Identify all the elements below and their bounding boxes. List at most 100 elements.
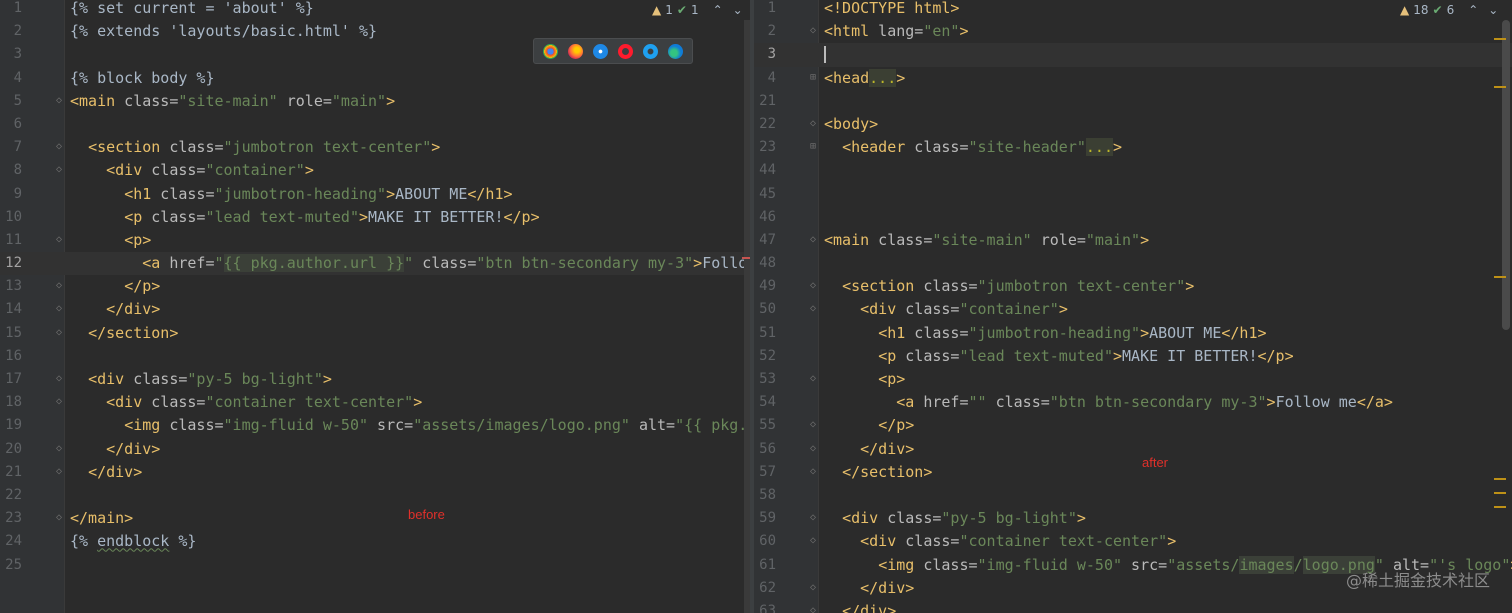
- opera-icon[interactable]: [618, 43, 633, 59]
- warning-stripe-mark: [1494, 86, 1506, 88]
- code-line[interactable]: 49 ◇ <section class="jumbotron text-cente…: [754, 275, 1512, 298]
- code-lines[interactable]: 1 {% set current = 'about' %} 2 {% extends…: [0, 0, 750, 577]
- code-line[interactable]: 1 {% set current = 'about' %}: [0, 0, 750, 20]
- code-token: class=: [896, 300, 960, 319]
- code-line[interactable]: 22: [0, 484, 750, 507]
- warning-icon: ▲: [652, 3, 662, 17]
- code-line[interactable]: 50 ◇ <div class="container">: [754, 298, 1512, 321]
- code-line[interactable]: 55 ◇ </p>: [754, 414, 1512, 437]
- code-line[interactable]: 53 ◇ <p>: [754, 368, 1512, 391]
- line-number: 51: [759, 324, 776, 341]
- code-line[interactable]: 13 ◇ </p>: [0, 275, 750, 298]
- editor-after[interactable]: 1 <!DOCTYPE html> 2 ◇ <html lang="en"> 3 4 ⊞…: [754, 0, 1512, 613]
- code-token: >: [1167, 532, 1177, 551]
- code-line[interactable]: 7 ◇ <section class="jumbotron text-center…: [0, 136, 750, 159]
- code-token: >: [1140, 230, 1150, 249]
- code-line[interactable]: 63 ◇ </div>: [754, 600, 1512, 613]
- code-line[interactable]: 10 <p class="lead text-muted">MAKE IT BE…: [0, 206, 750, 229]
- check-icon: ✔: [676, 3, 687, 17]
- line-number: 25: [5, 556, 22, 573]
- code-token: <a: [896, 393, 915, 412]
- code-line[interactable]: 4 {% block body %}: [0, 67, 750, 90]
- code-token: >: [1140, 323, 1150, 342]
- code-line[interactable]: 58: [754, 484, 1512, 507]
- code-token: <img: [878, 555, 915, 574]
- code-token: </div>: [842, 601, 897, 613]
- line-number: 6: [13, 115, 22, 132]
- code-line[interactable]: 56 ◇ </div>: [754, 438, 1512, 461]
- chevron-up-icon[interactable]: ⌃: [1468, 3, 1478, 17]
- code-line[interactable]: 44: [754, 159, 1512, 182]
- code-line[interactable]: 14 ◇ </div>: [0, 298, 750, 321]
- code-token: <div: [860, 532, 897, 551]
- chevron-down-icon[interactable]: ⌄: [733, 3, 743, 17]
- code-lines[interactable]: 1 <!DOCTYPE html> 2 ◇ <html lang="en"> 3 4 ⊞…: [754, 0, 1512, 613]
- chevron-up-icon[interactable]: ⌃: [713, 3, 723, 17]
- editor-before[interactable]: 1 {% set current = 'about' %} 2 {% extends…: [0, 0, 750, 613]
- edge-icon[interactable]: [668, 43, 683, 59]
- code-token: class=: [160, 138, 224, 157]
- code-line[interactable]: 11 ◇ <p>: [0, 229, 750, 252]
- code-line[interactable]: 59 ◇ <div class="py-5 bg-light">: [754, 507, 1512, 530]
- code-line[interactable]: 23 ⊞ <header class="site-header"...>: [754, 136, 1512, 159]
- code-text: <p class="lead text-muted">MAKE IT BETTE…: [824, 345, 1293, 368]
- code-text: </div>: [70, 461, 142, 484]
- code-line[interactable]: 15 ◇ </section>: [0, 322, 750, 345]
- code-line[interactable]: 18 ◇ <div class="container text-center">: [0, 391, 750, 414]
- fold-icon: ◇: [56, 396, 63, 408]
- code-text: </div>: [824, 600, 896, 613]
- folded-region[interactable]: ...: [1085, 138, 1113, 157]
- code-line[interactable]: 5 ◇ <main class="site-main" role="main">: [0, 90, 750, 113]
- code-line[interactable]: 16: [0, 345, 750, 368]
- safari-icon[interactable]: [593, 43, 608, 59]
- code-line-current[interactable]: 12 <a href="{{ pkg.author.url }}" class=…: [0, 252, 750, 276]
- folded-region[interactable]: ...: [869, 68, 897, 87]
- code-line[interactable]: 1 <!DOCTYPE html>: [754, 0, 1512, 20]
- code-text: <a href="" class="btn btn-secondary my-3…: [824, 391, 1393, 414]
- code-token: class=: [124, 370, 188, 388]
- code-token: "img-fluid w-50": [223, 416, 369, 435]
- inspection-widget[interactable]: ▲ 18 ✔ 6 ⌃ ⌄: [1400, 3, 1498, 17]
- code-token: class=: [905, 323, 969, 342]
- code-line[interactable]: 4 ⊞ <head...>: [754, 67, 1512, 90]
- code-line[interactable]: 21 ◇ </div>: [0, 461, 750, 484]
- code-line[interactable]: 21: [754, 90, 1512, 113]
- code-text: </div>: [824, 577, 914, 600]
- code-line[interactable]: 48: [754, 252, 1512, 275]
- code-line[interactable]: 51 <h1 class="jumbotron-heading">ABOUT M…: [754, 322, 1512, 345]
- code-line[interactable]: 25: [0, 554, 750, 577]
- code-line[interactable]: 60 ◇ <div class="container text-center">: [754, 530, 1512, 553]
- code-line-current[interactable]: 3: [754, 43, 1512, 67]
- code-token: class=: [142, 207, 206, 226]
- code-line[interactable]: 47 ◇ <main class="site-main" role="main">: [754, 229, 1512, 252]
- chrome-icon[interactable]: [543, 43, 558, 59]
- code-token: ": [404, 254, 414, 273]
- code-line[interactable]: 45: [754, 183, 1512, 206]
- code-line[interactable]: 46: [754, 206, 1512, 229]
- code-token: </a>: [1356, 393, 1393, 412]
- code-line[interactable]: 20 ◇ </div>: [0, 438, 750, 461]
- code-line[interactable]: 22 ◇ <body>: [754, 113, 1512, 136]
- inspection-widget[interactable]: ▲ 1 ✔ 1 ⌃ ⌄: [652, 3, 743, 17]
- chevron-down-icon[interactable]: ⌄: [1488, 3, 1498, 17]
- code-text: </section>: [824, 461, 932, 484]
- code-line[interactable]: 2 ◇ <html lang="en">: [754, 20, 1512, 43]
- code-line[interactable]: 24 {% endblock %}: [0, 530, 750, 553]
- fold-icon: ◇: [810, 419, 817, 431]
- code-line[interactable]: 9 <h1 class="jumbotron-heading">ABOUT ME…: [0, 183, 750, 206]
- code-line[interactable]: 19 <img class="img-fluid w-50" src="asse…: [0, 414, 750, 437]
- code-line[interactable]: 23 ◇ </main>: [0, 507, 750, 530]
- code-line[interactable]: 57 ◇ </section>: [754, 461, 1512, 484]
- code-token: lang=: [869, 22, 924, 41]
- code-line[interactable]: 6: [0, 113, 750, 136]
- code-line[interactable]: 17 ◇ <div class="py-5 bg-light">: [0, 368, 750, 391]
- scrollbar-thumb[interactable]: [1502, 20, 1510, 330]
- code-text: <div class="container">: [70, 159, 314, 182]
- firefox-icon[interactable]: [568, 43, 583, 59]
- code-line[interactable]: 52 <p class="lead text-muted">MAKE IT BE…: [754, 345, 1512, 368]
- code-line[interactable]: 54 <a href="" class="btn btn-secondary m…: [754, 391, 1512, 414]
- code-text: <h1 class="jumbotron-heading">ABOUT ME</…: [824, 322, 1266, 345]
- ie-icon[interactable]: [643, 43, 658, 59]
- code-line[interactable]: 8 ◇ <div class="container">: [0, 159, 750, 182]
- watermark: @稀土掘金技术社区: [1345, 571, 1490, 590]
